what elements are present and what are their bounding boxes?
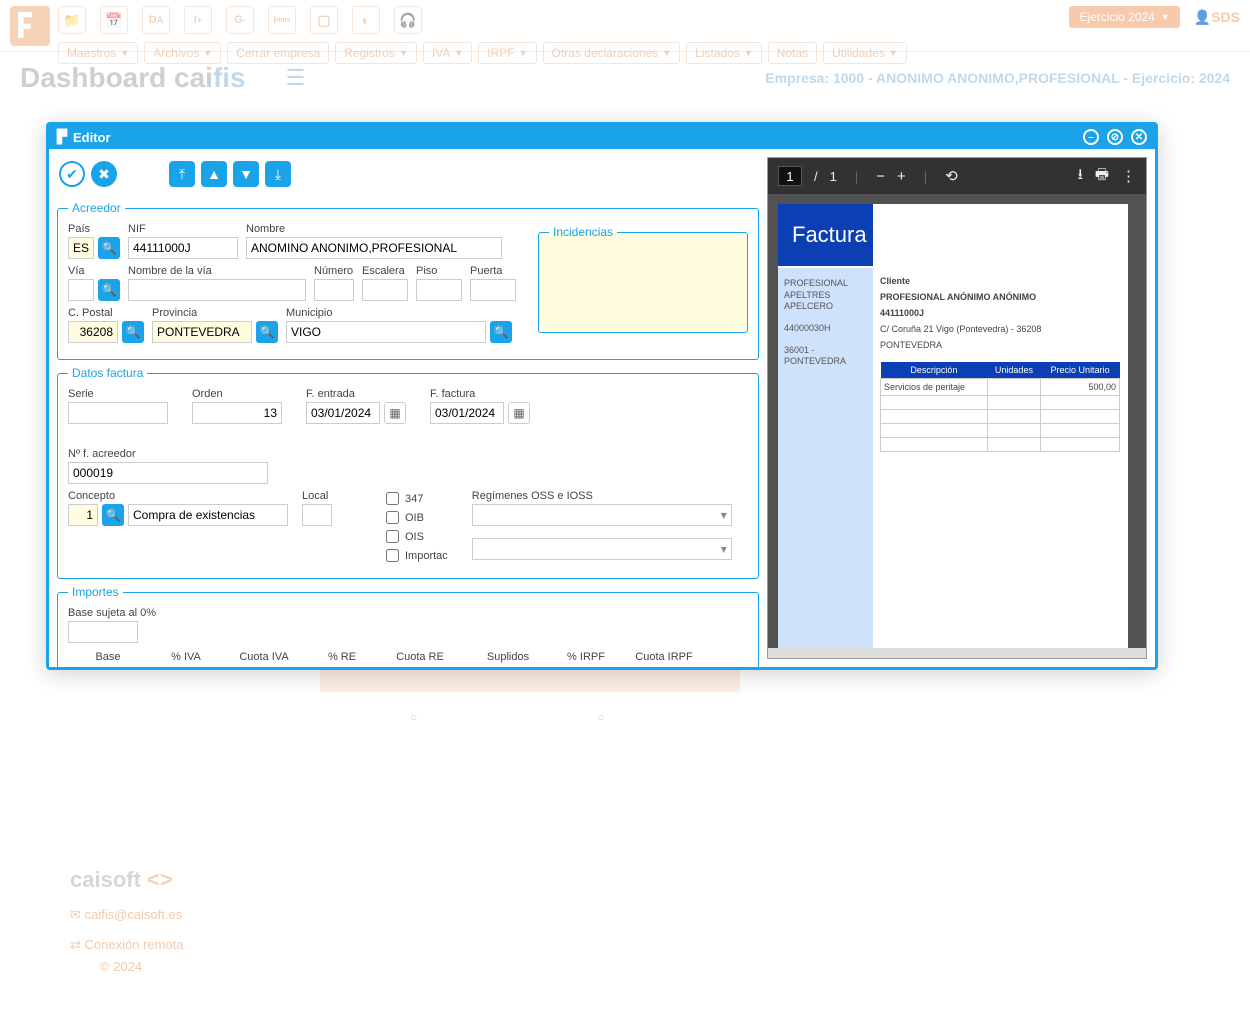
- pais-input[interactable]: [68, 237, 94, 259]
- base0-input[interactable]: [68, 621, 138, 643]
- zoom-in-icon[interactable]: +: [897, 168, 906, 185]
- cpostal-input[interactable]: [68, 321, 118, 343]
- search-icon[interactable]: 🔍: [102, 504, 124, 526]
- nav-first-button[interactable]: ⤒: [169, 161, 195, 187]
- escalera-input[interactable]: [362, 279, 408, 301]
- footer-email[interactable]: ✉ caifis@caisoft.es: [70, 907, 184, 923]
- cancel-button[interactable]: ✖: [91, 161, 117, 187]
- municipio-input[interactable]: [286, 321, 486, 343]
- editor-window: ▛ Editor – ⊘ ✕ ✔ ✖ ⤒ ▲ ▼ ⤓ Acreedor País…: [46, 122, 1158, 670]
- toolbar-icon[interactable]: DA: [142, 6, 170, 34]
- zoom-out-icon[interactable]: −: [876, 168, 885, 185]
- regimenes-select-1[interactable]: ▾: [472, 504, 732, 526]
- close-icon[interactable]: ✕: [1131, 129, 1147, 145]
- numero-input[interactable]: [314, 279, 354, 301]
- fieldset-importes: Importes Base sujeta al 0% Base % IVA Cu…: [57, 585, 759, 667]
- nav-last-button[interactable]: ⤓: [265, 161, 291, 187]
- footer-copy: © 2024: [100, 959, 184, 974]
- more-icon[interactable]: ⋮: [1121, 167, 1136, 185]
- pdf-scrollbar[interactable]: [768, 648, 1146, 658]
- calendar-icon[interactable]: ▦: [384, 402, 406, 424]
- search-icon[interactable]: 🔍: [98, 237, 120, 259]
- concepto-text-input[interactable]: [128, 504, 288, 526]
- pdf-viewer: / 1 | − + | ⟲ ⭳ 🖶 ⋮ Factura PROFESIONAL …: [767, 157, 1147, 659]
- nav-prev-button[interactable]: ▲: [201, 161, 227, 187]
- toolbar-icon[interactable]: ◐: [352, 6, 380, 34]
- editor-logo-icon: ▛: [57, 129, 67, 145]
- nombre-input[interactable]: [246, 237, 502, 259]
- puerta-input[interactable]: [470, 279, 516, 301]
- nombre-via-input[interactable]: [128, 279, 306, 301]
- dashboard-title: Dashboard caifis: [20, 62, 246, 94]
- download-icon[interactable]: ⭳: [1078, 164, 1083, 189]
- search-icon[interactable]: 🔍: [256, 321, 278, 343]
- search-icon[interactable]: 🔍: [122, 321, 144, 343]
- calendar-icon[interactable]: ▦: [508, 402, 530, 424]
- nif-input[interactable]: [128, 237, 238, 259]
- nav-next-button[interactable]: ▼: [233, 161, 259, 187]
- concepto-code-input[interactable]: [68, 504, 98, 526]
- toolbar-icon[interactable]: Inmv: [268, 6, 296, 34]
- piso-input[interactable]: [416, 279, 462, 301]
- fieldset-incidencias: Incidencias: [538, 225, 748, 333]
- search-icon[interactable]: 🔍: [98, 279, 120, 301]
- search-icon[interactable]: 🔍: [490, 321, 512, 343]
- legend-importes: Importes: [68, 585, 123, 599]
- pdf-page: Factura PROFESIONAL APELTRES APELCERO 44…: [778, 204, 1128, 648]
- sds-badge: 👤SDS: [1194, 9, 1240, 26]
- exercise-selector[interactable]: Ejercicio 2024▼: [1069, 6, 1179, 28]
- toolbar-icon[interactable]: I+: [184, 6, 212, 34]
- toolbar-icon[interactable]: 📁: [58, 6, 86, 34]
- invoice-table: DescripciónUnidadesPrecio Unitario Servi…: [880, 362, 1120, 452]
- legend-acreedor: Acreedor: [68, 201, 125, 215]
- toolbar-icon[interactable]: ▢: [310, 6, 338, 34]
- ffactura-input[interactable]: [430, 402, 504, 424]
- print-icon[interactable]: 🖶: [1095, 164, 1109, 189]
- headset-icon[interactable]: 🎧: [394, 6, 422, 34]
- chk-importac[interactable]: Importac: [386, 549, 448, 562]
- footer-brand: caisoft <>: [70, 867, 184, 893]
- top-toolbar: 📁 📅 DA I+ G- Inmv ▢ ◐ 🎧: [58, 6, 917, 34]
- orden-input[interactable]: [192, 402, 282, 424]
- regimenes-select-2[interactable]: ▾: [472, 538, 732, 560]
- nacreedor-input[interactable]: [68, 462, 268, 484]
- toolbar-icon[interactable]: 📅: [100, 6, 128, 34]
- provincia-input[interactable]: [152, 321, 252, 343]
- fentrada-input[interactable]: [306, 402, 380, 424]
- footer-remote[interactable]: ⇄ Conexión remota: [70, 937, 184, 953]
- confirm-button[interactable]: ✔: [59, 161, 85, 187]
- breadcrumb: Empresa: 1000 - ANONIMO ANONIMO,PROFESIO…: [765, 70, 1230, 86]
- serie-input[interactable]: [68, 402, 168, 424]
- rotate-icon[interactable]: ⟲: [945, 167, 958, 185]
- app-logo: [10, 6, 50, 46]
- via-input[interactable]: [68, 279, 94, 301]
- restore-icon[interactable]: ⊘: [1107, 129, 1123, 145]
- chk-oib[interactable]: OIB: [386, 511, 448, 524]
- fieldset-datos-factura: Datos factura Serie Orden F. entrada ▦ F…: [57, 366, 759, 579]
- chk-ois[interactable]: OIS: [386, 530, 448, 543]
- local-input[interactable]: [302, 504, 332, 526]
- invoice-title: Factura: [778, 204, 873, 266]
- editor-title: Editor: [73, 130, 111, 145]
- legend-datos: Datos factura: [68, 366, 147, 380]
- minimize-icon[interactable]: –: [1083, 129, 1099, 145]
- toolbar-icon[interactable]: G-: [226, 6, 254, 34]
- pdf-page-input[interactable]: [778, 166, 802, 186]
- fieldset-acreedor: Acreedor País 🔍 NIF Nombre Vía 🔍 Nombre …: [57, 201, 759, 360]
- burger-icon[interactable]: ☰: [286, 65, 306, 91]
- chk-347[interactable]: 347: [386, 492, 448, 505]
